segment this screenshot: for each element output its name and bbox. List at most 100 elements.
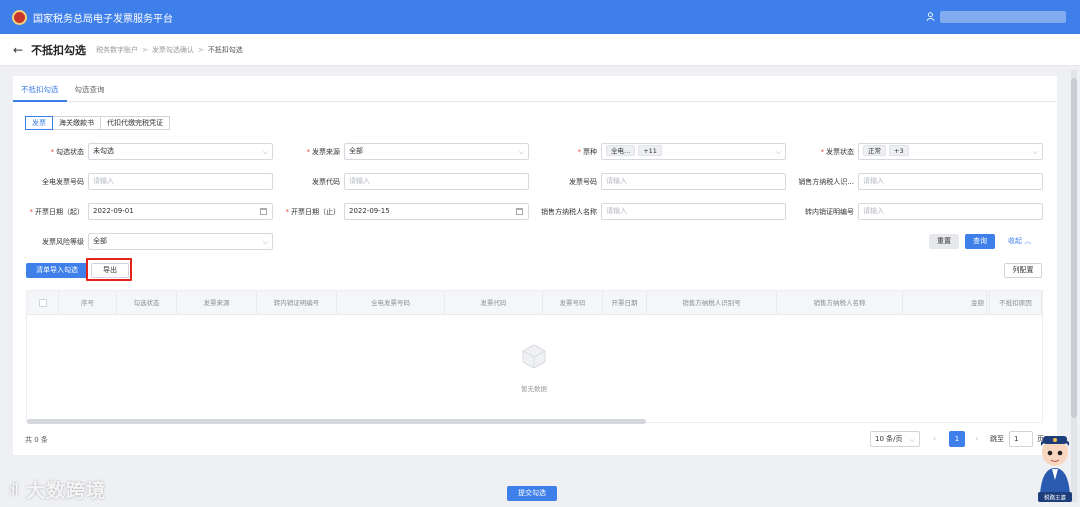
risk-level-field[interactable]: 发票风险等级 全部 ⌵: [42, 233, 273, 251]
field-label: * 发票状态: [820, 148, 855, 156]
invoice-no-input[interactable]: 请输入: [601, 173, 786, 190]
field-label: 发票代码: [312, 178, 340, 186]
doc-type-invoice[interactable]: 发票: [25, 116, 53, 130]
doc-type-customs[interactable]: 海关缴款书: [52, 116, 101, 130]
field-label: 销售方纳税人识...: [798, 178, 854, 186]
submit-check-button[interactable]: 提交勾选: [507, 486, 557, 501]
date-start-input[interactable]: 2022-09-01: [88, 203, 273, 220]
breadcrumb: 税务数字账户 > 发票勾选确认 > 不抵扣勾选: [96, 45, 243, 55]
field-label: 全电发票号码: [42, 178, 84, 186]
field-label: 发票号码: [569, 178, 597, 186]
column-header: 金额: [903, 291, 987, 315]
highlight-box: [86, 258, 132, 281]
tab-no-deduct-check[interactable]: 不抵扣勾选: [13, 76, 67, 102]
main-card: 不抵扣勾选 勾选查询 发票 海关缴款书 代扣代缴完税凭证 * 勾选状态 未勾选 ⌵ …: [13, 76, 1057, 455]
calendar-icon: [260, 208, 267, 215]
page-number-current[interactable]: 1: [949, 431, 965, 447]
column-header: 发票代码: [445, 291, 543, 315]
empty-text: 暂无数据: [521, 385, 547, 393]
column-header: 转内销证明编号: [257, 291, 337, 315]
import-check-button[interactable]: 清单导入勾选: [26, 263, 88, 278]
mascot-badge-text: 税務王婆: [1044, 494, 1067, 502]
page-header: ← 不抵扣勾选 税务数字账户 > 发票勾选确认 > 不抵扣勾选: [0, 34, 1080, 66]
invoice-code-field[interactable]: 发票代码 请输入: [312, 173, 529, 191]
column-header: 不抵扣原因: [989, 291, 1042, 315]
chevron-right-icon: >: [142, 45, 148, 54]
page-size-select[interactable]: 10 条/页 ⌵: [870, 431, 920, 447]
breadcrumb-item[interactable]: 发票勾选确认: [152, 46, 194, 54]
transfer-no-input[interactable]: 请输入: [858, 203, 1043, 220]
table-horizontal-scrollbar[interactable]: [27, 419, 646, 424]
top-bar: 国家税务总局电子发票服务平台: [0, 0, 1080, 34]
back-arrow-icon[interactable]: ←: [13, 43, 23, 57]
ticket-type-select[interactable]: 全电... +11 ⌵: [601, 143, 786, 160]
date-end-field[interactable]: * 开票日期（止） 2022-09-15: [286, 203, 529, 221]
prev-page-icon[interactable]: ‹: [933, 431, 936, 447]
tab-check-query[interactable]: 勾选查询: [67, 76, 113, 102]
invoice-no-field[interactable]: 发票号码 请输入: [569, 173, 786, 191]
next-page-icon[interactable]: ›: [975, 431, 978, 447]
empty-box-icon: [522, 344, 546, 369]
full-invoice-no-input[interactable]: 请输入: [88, 173, 273, 190]
field-label: 发票风险等级: [42, 238, 84, 246]
tab-bar: 不抵扣勾选 勾选查询: [13, 76, 1057, 102]
query-button[interactable]: 查询: [965, 234, 995, 249]
column-header: 销售方纳税人识别号: [647, 291, 777, 315]
filter-row-2: 全电发票号码 请输入 发票代码 请输入 发票号码 请输入 销售方纳税人识... …: [13, 173, 1057, 191]
watermark: ꀊ 大数跨境: [8, 480, 106, 502]
tax-emblem-icon: [12, 9, 27, 25]
app-title: 国家税务总局电子发票服务平台: [33, 13, 173, 25]
field-label: * 票种: [577, 148, 598, 156]
seller-name-input[interactable]: 请输入: [601, 203, 786, 220]
column-config-button[interactable]: 列配置: [1004, 263, 1042, 278]
invoice-code-input[interactable]: 请输入: [344, 173, 529, 190]
column-header: 发票号码: [543, 291, 603, 315]
tax-mascot-icon[interactable]: 税務王婆: [1034, 432, 1076, 504]
chevron-down-icon: ⌵: [1032, 148, 1038, 156]
column-header: 发票来源: [177, 291, 257, 315]
chevron-down-icon: ⌵: [775, 148, 781, 156]
check-status-field[interactable]: * 勾选状态 未勾选 ⌵: [51, 143, 273, 161]
full-invoice-no-field[interactable]: 全电发票号码 请输入: [42, 173, 273, 191]
more-tag: +11: [638, 145, 662, 156]
watermark-logo-icon: ꀊ: [8, 482, 20, 499]
chevron-right-icon: >: [197, 45, 204, 54]
doc-type-withholding[interactable]: 代扣代缴完税凭证: [100, 116, 170, 130]
select-all-checkbox[interactable]: [39, 299, 47, 307]
user-name-redacted: [940, 11, 1066, 23]
reset-button[interactable]: 重置: [929, 234, 959, 249]
chevron-down-icon: ⌵: [909, 436, 915, 444]
column-header: 勾选状态: [117, 291, 177, 315]
ticket-type-field[interactable]: * 票种 全电... +11 ⌵: [578, 143, 786, 161]
selected-tag: 全电...: [606, 145, 636, 156]
date-end-input[interactable]: 2022-09-15: [344, 203, 529, 220]
field-label: 转内销证明编号: [805, 208, 854, 216]
date-start-field[interactable]: * 开票日期（起） 2022-09-01: [30, 203, 273, 221]
column-header: 开票日期: [603, 291, 647, 315]
invoice-source-field[interactable]: * 发票来源 全部 ⌵: [307, 143, 529, 161]
risk-level-select[interactable]: 全部 ⌵: [88, 233, 273, 250]
invoice-status-select[interactable]: 正常 +3 ⌵: [858, 143, 1043, 160]
page-scrollbar-thumb[interactable]: [1071, 78, 1077, 418]
invoice-source-select[interactable]: 全部 ⌵: [344, 143, 529, 160]
field-label: * 开票日期（止）: [285, 208, 341, 216]
seller-tax-id-input[interactable]: 请输入: [858, 173, 1043, 190]
seller-name-field[interactable]: 销售方纳税人名称 请输入: [541, 203, 786, 221]
transfer-no-field[interactable]: 转内销证明编号 请输入: [805, 203, 1043, 221]
invoice-status-field[interactable]: * 发票状态 正常 +3 ⌵: [821, 143, 1043, 161]
goto-label: 跳至: [990, 435, 1004, 443]
collapse-link[interactable]: 收起 ︿: [1008, 236, 1031, 246]
seller-tax-id-field[interactable]: 销售方纳税人识... 请输入: [798, 173, 1043, 191]
calendar-icon: [516, 208, 523, 215]
more-tag: +3: [889, 145, 909, 156]
filter-row-4: 发票风险等级 全部 ⌵: [13, 233, 1057, 251]
column-header: 序号: [59, 291, 117, 315]
breadcrumb-item[interactable]: 税务数字账户: [96, 46, 138, 54]
chevron-up-icon: ︿: [1024, 237, 1032, 245]
field-label: * 开票日期（起）: [29, 208, 85, 216]
check-status-select[interactable]: 未勾选 ⌵: [88, 143, 273, 160]
total-count: 共 0 条: [25, 436, 48, 444]
goto-page-input[interactable]: 1: [1009, 431, 1033, 447]
user-menu[interactable]: [926, 0, 1080, 34]
chevron-down-icon: ⌵: [262, 148, 268, 156]
